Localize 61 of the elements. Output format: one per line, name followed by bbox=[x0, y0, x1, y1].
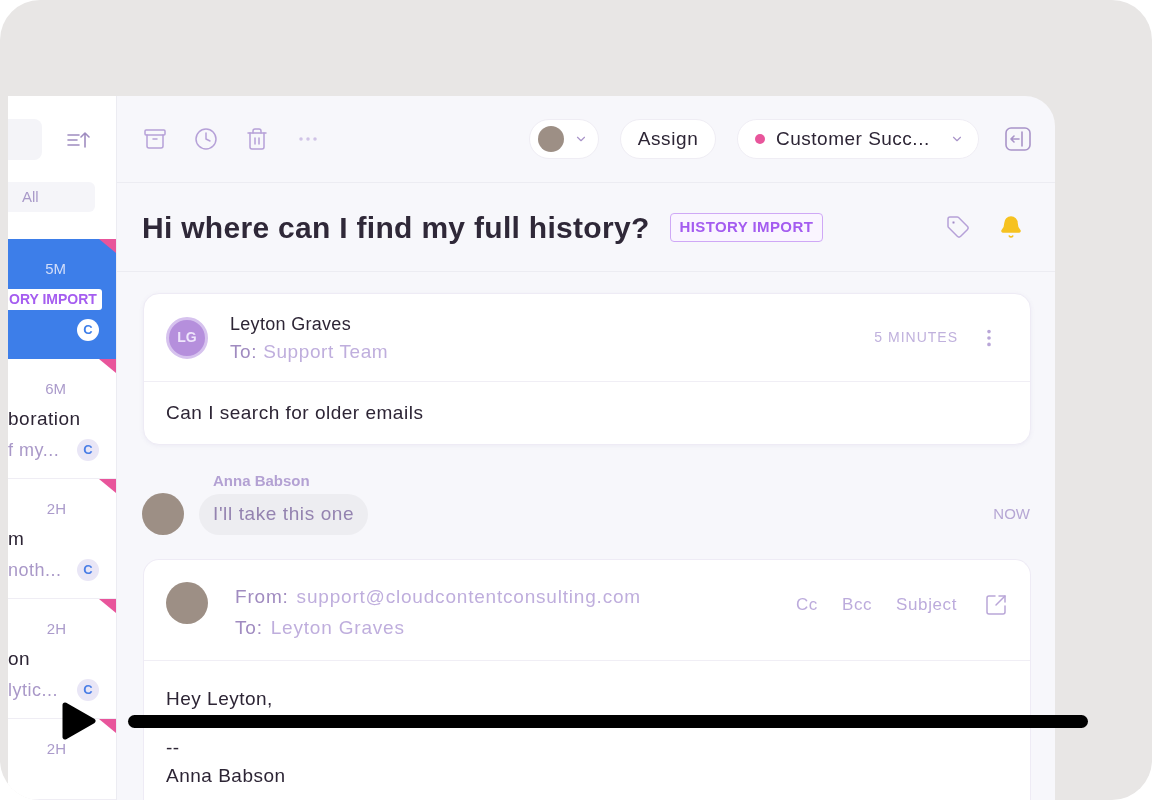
message-preview: f my... bbox=[8, 438, 60, 462]
field-toggle-button[interactable]: Subject bbox=[896, 592, 957, 618]
conversation-title: boration bbox=[8, 406, 81, 431]
archive-icon[interactable] bbox=[143, 127, 167, 151]
field-toggle-button[interactable]: Bcc bbox=[841, 592, 873, 618]
recipient-name: Support Team bbox=[263, 339, 389, 364]
conversation-title: on bbox=[8, 646, 31, 671]
play-icon[interactable] bbox=[62, 702, 96, 740]
reply-text-line: -- bbox=[166, 736, 180, 760]
tag: HISTORY IMPORT bbox=[669, 212, 824, 242]
sender-email: support@cloudcontentconsulting.com bbox=[296, 584, 641, 609]
avatar: LG bbox=[166, 316, 208, 359]
inbox-name: Customer Succ... bbox=[776, 126, 930, 151]
note-author: Anna Babson bbox=[213, 472, 310, 490]
inbox-dropdown[interactable]: Customer Succ... bbox=[737, 119, 979, 159]
recipient-name: Leyton Graves bbox=[270, 615, 405, 640]
message-preview: lytic... bbox=[8, 678, 58, 702]
field-toggle-button[interactable]: Cc bbox=[795, 592, 818, 618]
to-label: To: bbox=[235, 615, 263, 640]
assignee-dropdown[interactable] bbox=[529, 119, 599, 159]
clock-icon[interactable] bbox=[194, 127, 218, 151]
message-body: Can I search for older emails bbox=[166, 400, 424, 425]
conversation-item[interactable]: 5M ORY IMPORT C bbox=[8, 239, 116, 359]
search-field[interactable] bbox=[8, 119, 42, 160]
conversation-title: m bbox=[8, 526, 25, 551]
channel-badge: C bbox=[77, 559, 99, 581]
sort-icon[interactable] bbox=[67, 131, 91, 148]
box-arrow-left-icon[interactable] bbox=[1005, 127, 1031, 151]
time-label: 5M bbox=[45, 258, 66, 279]
time-label: NOW bbox=[993, 503, 1030, 524]
avatar-photo bbox=[538, 126, 564, 152]
time-label: 5 MINUTES bbox=[874, 328, 958, 347]
external-link-icon[interactable] bbox=[984, 592, 1008, 617]
avatar-photo bbox=[166, 582, 208, 624]
from-label: From: bbox=[235, 584, 289, 609]
assign-button[interactable]: Assign bbox=[620, 119, 716, 159]
time-label: 2H bbox=[46, 618, 66, 639]
conversation-item[interactable]: 6M boration f my... C bbox=[8, 359, 116, 479]
note-bubble: I'll take this one bbox=[199, 493, 369, 535]
bell-icon[interactable] bbox=[999, 215, 1023, 239]
channel-badge: C bbox=[77, 679, 99, 701]
time-label: 2H bbox=[46, 498, 66, 519]
conversation-item[interactable]: 2H bbox=[8, 719, 116, 800]
status-dot-icon bbox=[755, 134, 765, 144]
reply-text-line: Anna Babson bbox=[166, 764, 286, 788]
conversation-item[interactable]: 2H m noth... C bbox=[8, 479, 116, 599]
reply-text-line: Hey Leyton, bbox=[166, 687, 273, 711]
message-preview: noth... bbox=[8, 558, 62, 582]
tag: ORY IMPORT bbox=[8, 288, 102, 310]
time-label: 6M bbox=[45, 378, 66, 399]
conversation-item[interactable]: 2H on lytic... C bbox=[8, 599, 116, 719]
tag-icon[interactable] bbox=[946, 215, 970, 239]
to-label: To: bbox=[230, 339, 258, 364]
conversation-title: Hi where can I find my full history? bbox=[142, 209, 650, 246]
trash-icon[interactable] bbox=[245, 127, 269, 151]
filter-button[interactable]: All bbox=[8, 182, 95, 212]
time-label: 2H bbox=[46, 738, 66, 759]
channel-badge: C bbox=[77, 439, 99, 461]
sender-name: Leyton Graves bbox=[230, 312, 351, 336]
channel-badge: C bbox=[77, 319, 99, 341]
avatar-photo bbox=[142, 493, 184, 535]
